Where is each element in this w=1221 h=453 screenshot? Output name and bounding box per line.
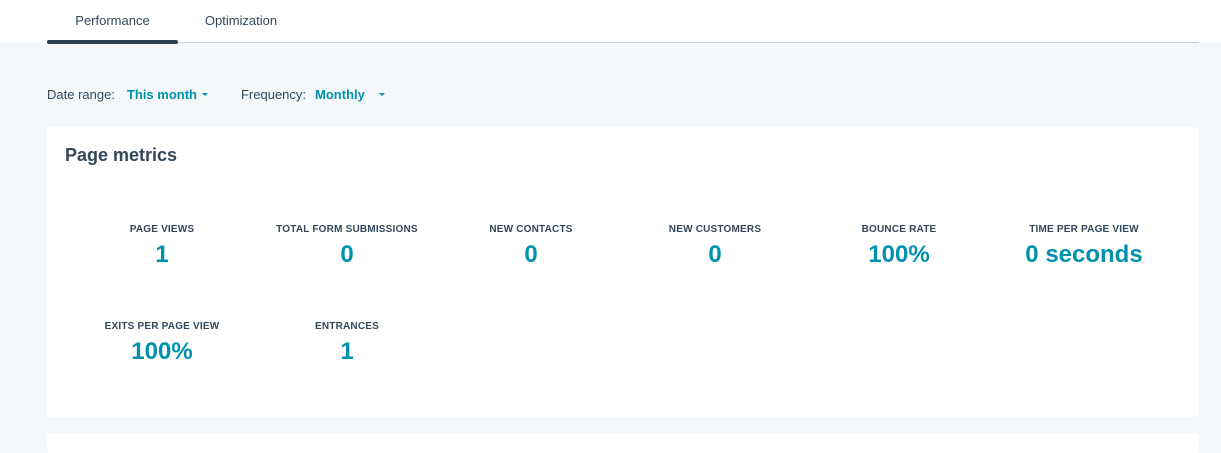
frequency-value: Monthly (315, 86, 365, 102)
metric-value: 100% (131, 338, 193, 365)
metric-value: 0 (524, 241, 538, 268)
metric-time-per-page-view: TIME PER PAGE VIEW 0 seconds (999, 224, 1169, 270)
metric-label: BOUNCE RATE (861, 224, 937, 235)
date-range-value: This month (126, 86, 197, 102)
caret-down-icon (378, 92, 385, 96)
metric-page-views: PAGE VIEWS 1 (77, 224, 247, 270)
metric-exits-per-page-view: EXITS PER PAGE VIEW 100% (77, 321, 247, 367)
metric-new-customers: NEW CUSTOMERS 0 (630, 224, 800, 270)
page-metrics-card: Page metrics PAGE VIEWS 1 TOTAL FORM SUB… (47, 127, 1199, 417)
metric-bounce-rate: BOUNCE RATE 100% (814, 224, 984, 270)
metric-label: ENTRANCES (314, 321, 380, 332)
tab-bar: Performance Optimization (0, 0, 1221, 44)
caret-down-icon (201, 92, 208, 96)
next-card (47, 433, 1199, 453)
active-tab-indicator (47, 40, 178, 44)
metric-label: TOTAL FORM SUBMISSIONS (276, 224, 418, 235)
date-range-dropdown[interactable]: This month (127, 87, 208, 102)
frequency-label: Frequency: (240, 86, 307, 102)
metric-value: 100% (868, 241, 930, 268)
tab-bar-divider (47, 42, 1199, 43)
card-title: Page metrics (65, 145, 178, 165)
metric-label: NEW CONTACTS (489, 224, 573, 235)
metric-value: 0 seconds (1025, 241, 1143, 268)
tab-performance[interactable]: Performance (47, 0, 178, 42)
metric-entrances: ENTRANCES 1 (262, 321, 432, 367)
metric-label: EXITS PER PAGE VIEW (104, 321, 220, 332)
metric-value: 1 (340, 338, 354, 365)
date-range-label: Date range: (47, 86, 115, 102)
metric-new-contacts: NEW CONTACTS 0 (446, 224, 616, 270)
metric-label: NEW CUSTOMERS (668, 224, 762, 235)
metric-label: PAGE VIEWS (129, 224, 195, 235)
metric-value: 0 (340, 241, 354, 268)
filters-bar: Date range: This month Frequency: Monthl… (47, 84, 385, 104)
metric-label: TIME PER PAGE VIEW (1029, 224, 1139, 235)
frequency-dropdown[interactable]: Monthly (315, 87, 385, 102)
metric-value: 1 (155, 241, 169, 268)
tab-optimization[interactable]: Optimization (178, 0, 304, 42)
metric-value: 0 (708, 241, 722, 268)
metric-total-form-submissions: TOTAL FORM SUBMISSIONS 0 (262, 224, 432, 270)
